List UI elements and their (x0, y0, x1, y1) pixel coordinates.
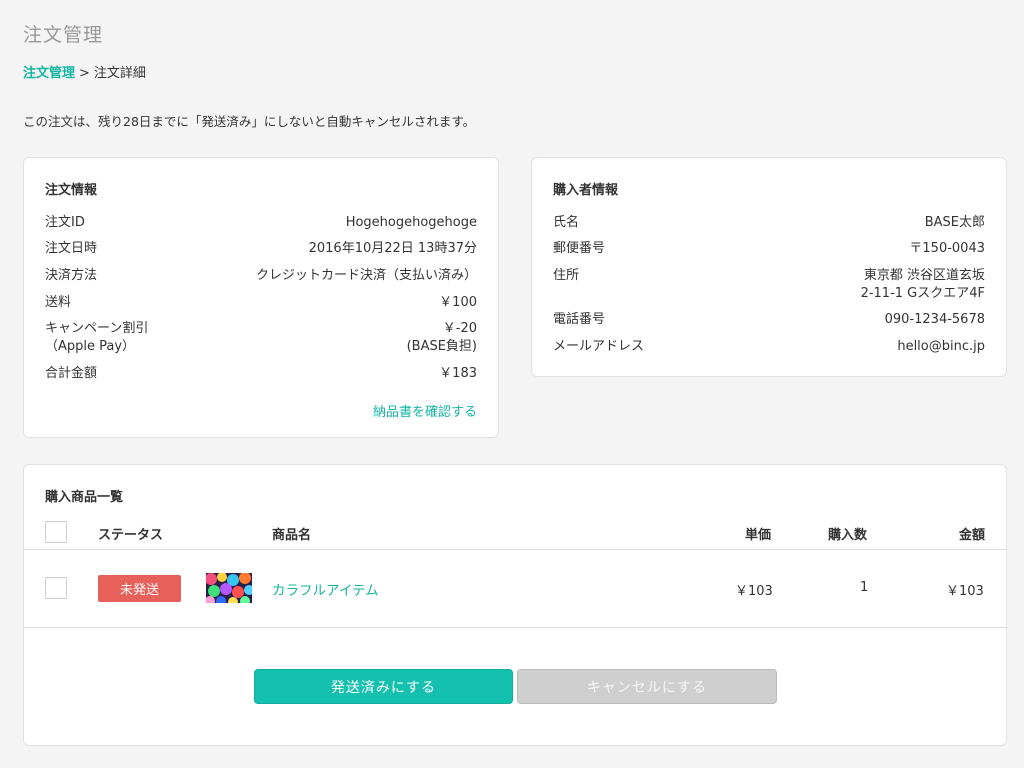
total-amount-label: 合計金額 (45, 366, 98, 381)
page-title: 注文管理 (23, 24, 104, 46)
breadcrumb-order-management-link[interactable]: 注文管理 (23, 66, 75, 81)
email-label: メールアドレス (553, 339, 645, 354)
breadcrumb-separator: > (79, 66, 90, 81)
purchased-items-title: 購入商品一覧 (45, 490, 124, 505)
email-row: メールアドレス hello@binc.jp (553, 338, 985, 356)
breadcrumb-current: 注文詳細 (93, 66, 146, 81)
row-select-checkbox[interactable] (45, 577, 67, 599)
auto-cancel-notice: この注文は、残り28日までに「発送済み」にしないと自動キャンセルされます。 (23, 114, 476, 129)
total-amount-row: 合計金額 ￥183 (45, 365, 477, 383)
buyer-name-value: BASE太郎 (924, 215, 985, 230)
column-header-unit-price: 単価 (745, 528, 772, 543)
select-all-checkbox[interactable] (45, 521, 67, 543)
order-date-row: 注文日時 2016年10月22日 13時37分 (45, 240, 477, 258)
payment-method-row: 決済方法 クレジットカード決済（支払い済み） (45, 267, 477, 285)
buyer-info-title: 購入者情報 (553, 183, 619, 198)
column-header-item-name: 商品名 (272, 528, 312, 543)
column-header-amount: 金額 (959, 528, 986, 543)
phone-row: 電話番号 090-1234-5678 (553, 311, 985, 329)
campaign-discount-note: (BASE負担) (406, 339, 477, 354)
phone-value: 090-1234-5678 (884, 312, 985, 327)
order-info-card: 注文情報 注文ID Hogehogehogehoge 注文日時 2016年10月… (23, 157, 499, 438)
breadcrumb: 注文管理 > 注文詳細 (23, 62, 146, 81)
column-header-quantity: 購入数 (828, 528, 868, 543)
campaign-discount-label: キャンペーン割引 (45, 321, 149, 336)
shipping-fee-label: 送料 (45, 295, 72, 310)
purchased-items-card: 購入商品一覧 (23, 464, 1007, 746)
campaign-discount-value: ￥-20 (442, 321, 477, 336)
view-invoice-link[interactable]: 納品書を確認する (373, 401, 477, 420)
address-line1: 東京都 渋谷区道玄坂 (863, 268, 985, 283)
item-name-link[interactable]: カラフルアイテム (272, 579, 379, 599)
item-thumbnail[interactable] (206, 573, 252, 603)
email-value: hello@binc.jp (897, 339, 985, 354)
column-header-status: ステータス (98, 528, 164, 543)
order-id-label: 注文ID (45, 215, 85, 230)
address-row: 住所 東京都 渋谷区道玄坂 2-11-1 Gスクエア4F (553, 267, 985, 303)
postal-code-value: 〒150-0043 (909, 241, 985, 256)
order-id-row: 注文ID Hogehogehogehoge (45, 214, 477, 232)
quantity-cell: 1 (860, 580, 869, 595)
buyer-info-card: 購入者情報 氏名 BASE太郎 郵便番号 〒150-0043 住所 東京都 渋谷… (531, 157, 1007, 377)
postal-code-label: 郵便番号 (553, 241, 606, 256)
campaign-discount-sublabel: （Apple Pay） (45, 339, 136, 354)
mark-shipped-button[interactable]: 発送済みにする (254, 669, 513, 704)
buyer-name-label: 氏名 (553, 215, 580, 230)
campaign-discount-row: キャンペーン割引 （Apple Pay） ￥-20 (BASE負担) (45, 320, 477, 356)
shipping-fee-value: ￥100 (439, 295, 477, 310)
table-row-divider (24, 627, 1006, 628)
total-amount-value: ￥183 (439, 366, 477, 381)
order-date-label: 注文日時 (45, 241, 98, 256)
order-id-value: Hogehogehogehoge (345, 215, 477, 230)
order-date-value: 2016年10月22日 13時37分 (308, 241, 477, 256)
buyer-name-row: 氏名 BASE太郎 (553, 214, 985, 232)
payment-method-label: 決済方法 (45, 268, 98, 283)
address-label: 住所 (553, 268, 580, 283)
order-info-title: 注文情報 (45, 183, 98, 198)
phone-label: 電話番号 (553, 312, 606, 327)
payment-method-value: クレジットカード決済（支払い済み） (255, 268, 477, 283)
cancel-order-button[interactable]: キャンセルにする (517, 669, 777, 704)
postal-code-row: 郵便番号 〒150-0043 (553, 240, 985, 258)
unit-price-cell: ￥103 (735, 584, 773, 599)
table-header-divider (24, 549, 1006, 550)
amount-cell: ￥103 (946, 584, 984, 599)
address-line2: 2-11-1 Gスクエア4F (860, 286, 985, 301)
shipping-fee-row: 送料 ￥100 (45, 294, 477, 312)
status-badge: 未発送 (98, 575, 181, 602)
